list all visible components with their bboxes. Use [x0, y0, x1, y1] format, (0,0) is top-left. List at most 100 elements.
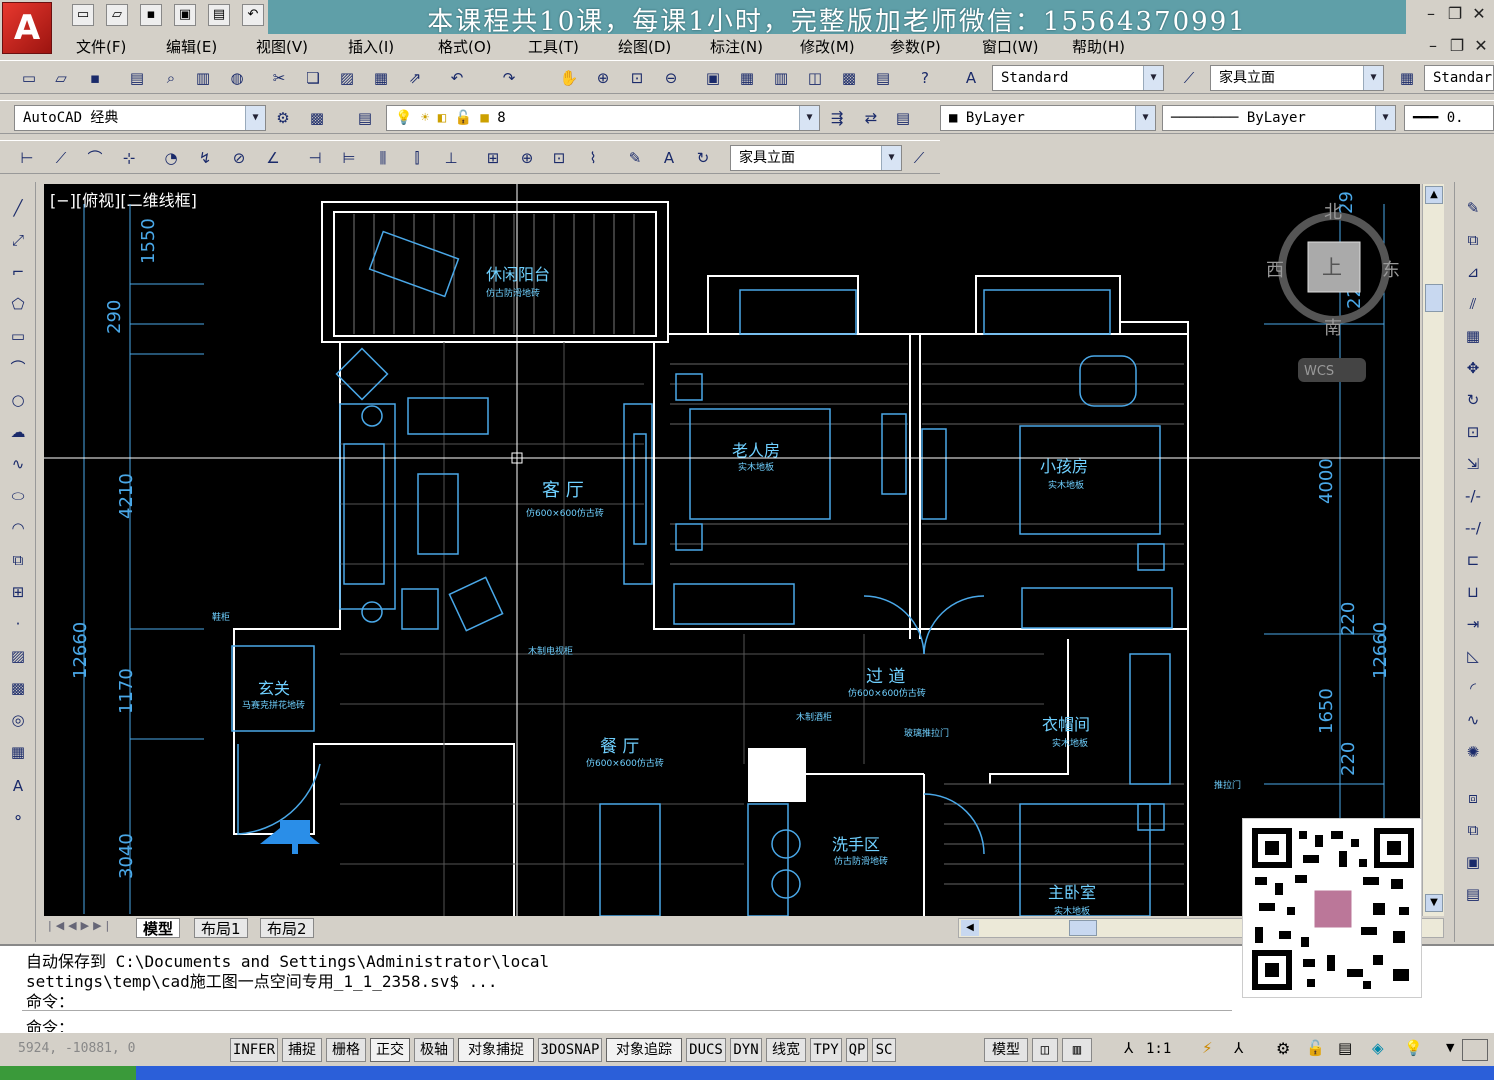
workspace-switch-icon[interactable]: ⚙	[1276, 1039, 1290, 1058]
toggle-snap[interactable]: 捕捉	[282, 1038, 322, 1062]
insert-block-icon[interactable]: ⧉	[6, 548, 30, 572]
gradient-icon[interactable]: ▩	[6, 676, 30, 700]
explode-icon[interactable]: ✺	[1461, 740, 1485, 764]
toggle-otrack[interactable]: 对象追踪	[606, 1038, 682, 1062]
extend-icon[interactable]: --/	[1461, 516, 1485, 540]
dim-break-icon[interactable]: ⊥	[438, 146, 464, 170]
redo-icon[interactable]: ↷	[496, 66, 522, 90]
open-icon[interactable]: ▱	[48, 66, 74, 90]
tolerance-icon[interactable]: ⊞	[480, 146, 506, 170]
toggle-lineweight[interactable]: 线宽	[766, 1038, 806, 1062]
toggle-qp[interactable]: QP	[846, 1038, 868, 1062]
menu-draw[interactable]: 绘图(D)	[618, 36, 671, 57]
ordinate-dim-icon[interactable]: ⊹	[116, 146, 142, 170]
hardware-accel-icon[interactable]: ▤	[1338, 1039, 1352, 1057]
pan-icon[interactable]: ✋	[556, 66, 582, 90]
plot-preview-icon[interactable]: ⌕	[158, 66, 184, 90]
lock-icon[interactable]: 🔓	[1306, 1039, 1325, 1057]
calculator-icon[interactable]: ▤	[870, 66, 896, 90]
center-mark-icon[interactable]: ⊕	[514, 146, 540, 170]
polyline-icon[interactable]: ⌐	[6, 260, 30, 284]
isolate-objects-icon[interactable]: ◈	[1372, 1039, 1384, 1057]
text-style-icon[interactable]: A	[958, 66, 984, 90]
sheet-set-icon[interactable]: ◫	[802, 66, 828, 90]
save-icon[interactable]: ▪	[82, 66, 108, 90]
start-button[interactable]	[0, 1066, 136, 1080]
match-properties-icon[interactable]: ▦	[368, 66, 394, 90]
tab-nav-arrows-icon[interactable]: |◀◀▶▶|	[48, 919, 122, 937]
dim-style-select-2[interactable]: 家具立面 ▼	[730, 145, 902, 171]
vertical-scrollbar[interactable]: ▲ ▼	[1422, 184, 1444, 916]
table-style-select[interactable]: Standar	[1424, 65, 1494, 91]
move-icon[interactable]: ✥	[1461, 356, 1485, 380]
clean-screen-icon[interactable]	[1462, 1039, 1488, 1061]
auto-scale-icon[interactable]: ⅄	[1234, 1039, 1243, 1057]
linear-dim-icon[interactable]: ⊢	[14, 146, 40, 170]
construction-line-icon[interactable]: ⤢	[6, 228, 30, 252]
offset-icon[interactable]: ⫽	[1461, 292, 1485, 316]
annotation-scale-icon[interactable]: ⅄	[1124, 1039, 1133, 1057]
customize-icon[interactable]: ▩	[304, 106, 330, 130]
menu-tools[interactable]: 工具(T)	[528, 36, 579, 57]
ellipse-icon[interactable]: ⬭	[6, 484, 30, 508]
blend-icon[interactable]: ∿	[1461, 708, 1485, 732]
jogged-linear-icon[interactable]: ⌇	[580, 146, 606, 170]
arc-length-icon[interactable]: ⌒	[82, 146, 108, 170]
layout-view-icon[interactable]: ◫	[1032, 1038, 1058, 1062]
layer-previous-icon[interactable]: ⇄	[858, 106, 884, 130]
selected-block[interactable]	[748, 748, 806, 802]
annotation-visibility-icon[interactable]: ⚡	[1202, 1039, 1213, 1057]
jogged-dim-icon[interactable]: ↯	[192, 146, 218, 170]
make-current-layer-icon[interactable]: ⇶	[824, 106, 850, 130]
restore-icon[interactable]: ❐	[1444, 4, 1466, 24]
menu-insert[interactable]: 插入(I)	[348, 36, 394, 57]
text-edit-icon[interactable]: ▤	[1461, 882, 1485, 906]
toggle-sc[interactable]: SC	[872, 1038, 896, 1062]
angular-dim-icon[interactable]: ∠	[260, 146, 286, 170]
baseline-dim-icon[interactable]: ⊨	[336, 146, 362, 170]
ungroup-icon[interactable]: ▣	[1461, 850, 1485, 874]
fillet-icon[interactable]: ◜	[1461, 676, 1485, 700]
spline-icon[interactable]: ∿	[6, 452, 30, 476]
toggle-dyn[interactable]: DYN	[730, 1038, 762, 1062]
zoom-realtime-icon[interactable]: ⊕	[590, 66, 616, 90]
table-style-icon[interactable]: ▦	[1394, 66, 1420, 90]
inspection-icon[interactable]: ⊡	[546, 146, 572, 170]
dim-space-icon[interactable]: ⫿	[404, 146, 430, 170]
status-menu-icon[interactable]: ▼	[1446, 1041, 1454, 1054]
layer-properties-icon[interactable]: ▤	[352, 106, 378, 130]
scroll-left-icon[interactable]: ◀	[961, 920, 979, 936]
publish-icon[interactable]: ▥	[190, 66, 216, 90]
toggle-osnap[interactable]: 对象捕捉	[458, 1038, 534, 1062]
polygon-icon[interactable]: ⬠	[6, 292, 30, 316]
hatch-icon[interactable]: ▨	[6, 644, 30, 668]
lineweight-select[interactable]: ━━━ 0.	[1404, 105, 1494, 131]
menu-file[interactable]: 文件(F)	[76, 36, 126, 57]
menu-parametric[interactable]: 参数(P)	[890, 36, 941, 57]
make-block-icon[interactable]: ⊞	[6, 580, 30, 604]
tab-layout2[interactable]: 布局2	[260, 918, 314, 938]
plot-icon[interactable]: ▤	[124, 66, 150, 90]
save-as-icon[interactable]: ▣	[174, 4, 196, 26]
print-icon[interactable]: ▤	[208, 4, 230, 26]
point-icon[interactable]: ·	[6, 612, 30, 636]
minimize-icon[interactable]: –	[1420, 4, 1442, 24]
toggle-polar[interactable]: 极轴	[414, 1038, 454, 1062]
group-icon[interactable]: ⧉	[1461, 818, 1485, 842]
zoom-window-icon[interactable]: ⊡	[624, 66, 650, 90]
dim-update-icon[interactable]: ↻	[690, 146, 716, 170]
close-icon[interactable]: ✕	[1468, 4, 1490, 24]
chamfer-icon[interactable]: ◺	[1461, 644, 1485, 668]
paste-icon[interactable]: ▨	[334, 66, 360, 90]
toggle-ducs[interactable]: DUCS	[686, 1038, 726, 1062]
help-icon[interactable]: ?	[912, 66, 938, 90]
scroll-down-icon[interactable]: ▼	[1425, 894, 1443, 912]
trim-icon[interactable]: -/-	[1461, 484, 1485, 508]
3d-dwf-icon[interactable]: ◍	[224, 66, 250, 90]
save-icon[interactable]: ▪	[140, 4, 162, 26]
quick-dim-icon[interactable]: ⊣	[302, 146, 328, 170]
array-icon[interactable]: ▦	[1461, 324, 1485, 348]
toggle-infer[interactable]: INFER	[230, 1038, 278, 1062]
rotate-icon[interactable]: ↻	[1461, 388, 1485, 412]
doc-close-icon[interactable]: ✕	[1470, 36, 1492, 56]
